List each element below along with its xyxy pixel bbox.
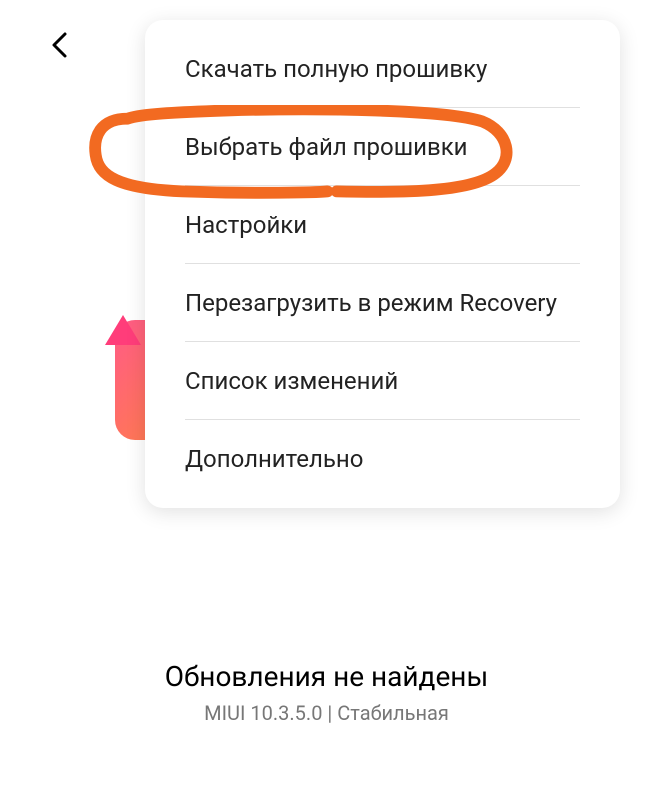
back-button[interactable] [45,30,75,60]
status-title: Обновления не найдены [0,660,653,693]
status-subtitle: MIUI 10.3.5.0 | Стабильная [0,701,653,725]
update-status: Обновления не найдены MIUI 10.3.5.0 | Ст… [0,660,653,725]
menu-item-reboot-recovery[interactable]: Перезагрузить в режим Recovery [145,264,620,342]
menu-item-label: Скачать полную прошивку [185,55,487,83]
menu-item-label: Перезагрузить в режим Recovery [185,289,557,317]
menu-item-settings[interactable]: Настройки [145,186,620,264]
menu-item-label: Дополнительно [185,445,363,473]
menu-item-label: Выбрать файл прошивки [185,133,468,161]
menu-item-changelog[interactable]: Список изменений [145,342,620,420]
menu-item-label: Настройки [185,211,307,239]
menu-item-label: Список изменений [185,367,398,395]
logo-triangle-decoration [105,315,141,345]
chevron-left-icon [50,31,70,59]
menu-item-additional[interactable]: Дополнительно [145,420,620,498]
options-menu: Скачать полную прошивку Выбрать файл про… [145,20,620,508]
menu-item-download-full[interactable]: Скачать полную прошивку [145,30,620,108]
menu-item-choose-file[interactable]: Выбрать файл прошивки [145,108,620,186]
